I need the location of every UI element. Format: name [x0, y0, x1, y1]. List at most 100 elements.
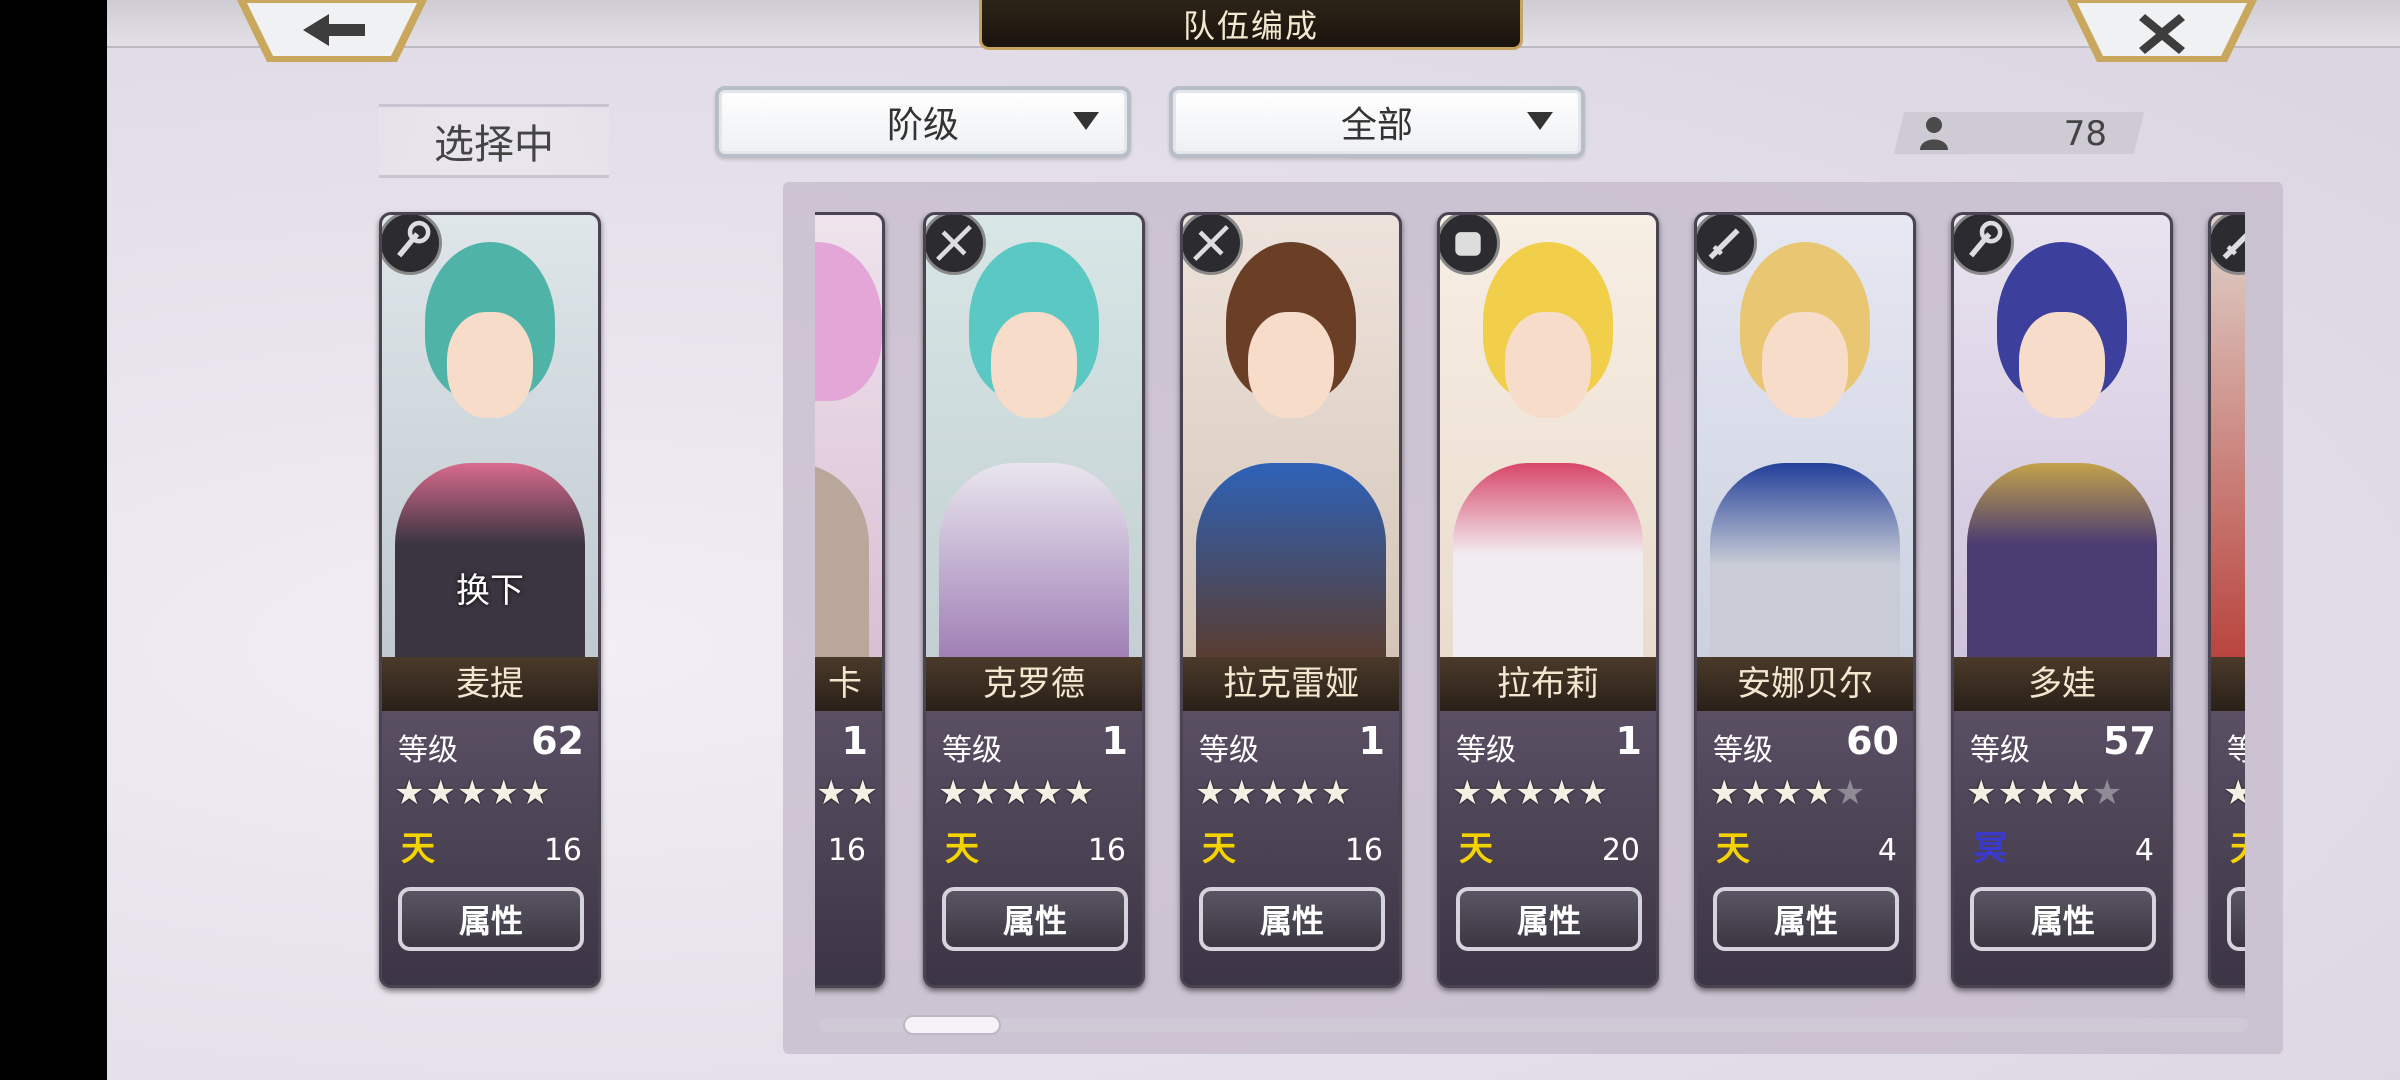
star-icon: ★ — [394, 773, 426, 813]
back-button[interactable] — [237, 0, 427, 62]
character-stats: 等 ★ 天 — [2211, 711, 2245, 985]
page-title: 队伍编成 — [979, 0, 1523, 50]
level-label: 等级 — [398, 733, 458, 768]
star-rating: ★★ — [816, 773, 879, 813]
level-value: 57 — [2103, 719, 2156, 763]
rank-value: 4 — [2134, 833, 2154, 868]
character-card[interactable]: 多娃 等级 57 ★★★★★ 冥 4 属性 — [1951, 212, 2173, 988]
attributes-button[interactable]: 属性 — [942, 887, 1128, 951]
character-card[interactable]: 卡 1 ★★ 16 属性 — [815, 212, 885, 988]
chevron-down-icon — [1527, 112, 1553, 130]
star-empty-icon: ★ — [2091, 773, 2124, 813]
scope-filter-dropdown[interactable]: 全部 — [1169, 86, 1585, 158]
heaven-rank-icon: 天 — [2227, 829, 2245, 869]
heaven-rank-icon: 天 — [1716, 829, 1750, 869]
sword-icon — [1697, 215, 1757, 275]
character-portrait — [1440, 215, 1656, 666]
underworld-rank-icon: 冥 — [1973, 829, 2007, 869]
list-scrollbar[interactable] — [819, 1018, 2249, 1032]
class-filter-dropdown[interactable]: 阶级 — [715, 86, 1131, 158]
star-icon: ★★★★ — [1709, 773, 1835, 813]
swap-out-label[interactable]: 换下 — [382, 563, 598, 612]
star-rating: ★ — [2223, 773, 2245, 813]
attributes-button[interactable]: 属性 — [1713, 887, 1899, 951]
heaven-rank-icon: 天 — [401, 829, 435, 869]
character-card[interactable]: 拉克雷娅 等级 1 ★★★★★ 天 16 属性 — [1180, 212, 1402, 988]
star-icon: ★ — [456, 773, 489, 813]
character-portrait — [2211, 215, 2245, 657]
scrollbar-thumb[interactable] — [903, 1015, 1001, 1035]
selected-character-card[interactable]: 换下 麦提 等级 62 ★★★★★ 天 16 属性 — [379, 212, 601, 988]
class-filter-label: 阶级 — [886, 105, 959, 146]
level-value: 1 — [841, 719, 868, 763]
crossbow-icon — [1183, 215, 1243, 275]
star-icon: ★★★★★ — [1452, 773, 1610, 813]
character-name: 拉克雷娅 — [1183, 657, 1399, 711]
character-name: 多娃 — [1954, 657, 2170, 711]
character-portrait — [1954, 215, 2170, 666]
character-name: 卡 — [815, 657, 882, 711]
star-icon: ★★★★ — [1966, 773, 2092, 813]
character-stats: 等级 57 ★★★★★ 冥 4 属性 — [1954, 711, 2170, 985]
staff-icon — [382, 215, 442, 275]
rank-value: 16 — [543, 833, 582, 868]
level-label: 等级 — [1199, 733, 1259, 768]
level-value: 1 — [1615, 719, 1642, 763]
heaven-rank-icon: 天 — [1459, 829, 1493, 869]
star-rating: ★★★★★ — [1452, 773, 1609, 813]
character-name — [2211, 657, 2245, 711]
attributes-button[interactable]: 属性 — [398, 887, 584, 951]
heaven-rank-icon: 天 — [1202, 829, 1236, 869]
level-value: 1 — [1358, 719, 1385, 763]
fist-icon — [1440, 215, 1500, 275]
attributes-button[interactable]: 属性 — [1970, 887, 2156, 951]
level-label: 等 — [2227, 725, 2245, 769]
character-card[interactable]: 安娜贝尔 等级 60 ★★★★★ 天 4 属性 — [1694, 212, 1916, 988]
attributes-button[interactable] — [2227, 887, 2245, 951]
star-rating: ★★★★★ — [1709, 773, 1866, 813]
character-name: 克罗德 — [926, 657, 1142, 711]
level-value: 1 — [1101, 719, 1128, 763]
character-portrait — [1183, 215, 1399, 666]
level-value: 60 — [1846, 719, 1899, 763]
star-empty-icon: ★ — [1834, 773, 1867, 813]
star-icon: ★ — [2223, 773, 2245, 813]
star-icon: ★ — [425, 773, 457, 813]
level-label: 等级 — [1970, 733, 2030, 768]
person-icon — [1920, 117, 1948, 150]
character-portrait — [1697, 215, 1913, 666]
star-rating: ★★★★★ — [938, 773, 1095, 813]
heaven-rank-icon: 天 — [945, 829, 979, 869]
character-stats: 等级 1 ★★★★★ 天 16 属性 — [1183, 711, 1399, 985]
star-rating: ★★★★★ — [1195, 773, 1352, 813]
character-stats: 等级 60 ★★★★★ 天 4 属性 — [1697, 711, 1913, 985]
close-button[interactable] — [2067, 0, 2257, 62]
character-card[interactable]: 等 ★ 天 — [2208, 212, 2245, 988]
star-icon: ★★★★★ — [1195, 773, 1353, 813]
attributes-button[interactable]: 属性 — [1456, 887, 1642, 951]
star-icon: ★★★★★ — [938, 773, 1096, 813]
rank-value: 4 — [1877, 833, 1897, 868]
rank-value: 16 — [827, 833, 866, 868]
character-card[interactable]: 拉布莉 等级 1 ★★★★★ 天 20 属性 — [1437, 212, 1659, 988]
star-icon: ★ — [488, 773, 520, 813]
character-portrait — [815, 215, 882, 666]
character-stats: 等级 62 ★★★★★ 天 16 属性 — [382, 711, 598, 985]
character-list[interactable]: 卡 1 ★★ 16 属性 克罗德 等级 1 ★★★★★ 天 — [815, 212, 2245, 1004]
character-name: 安娜贝尔 — [1697, 657, 1913, 711]
rank-value: 20 — [1601, 833, 1640, 868]
star-rating: ★★★★★ — [1966, 773, 2123, 813]
character-name: 拉布莉 — [1440, 657, 1656, 711]
level-label: 等级 — [942, 733, 1002, 768]
scope-filter-label: 全部 — [1340, 105, 1413, 146]
star-icon: ★ — [519, 773, 552, 813]
character-card[interactable]: 克罗德 等级 1 ★★★★★ 天 16 属性 — [923, 212, 1145, 988]
crossbow-icon — [926, 215, 986, 275]
level-value: 62 — [531, 719, 584, 763]
character-stats: 等级 1 ★★★★★ 天 16 属性 — [926, 711, 1142, 985]
character-portrait — [926, 215, 1142, 666]
character-name: 麦提 — [382, 657, 598, 711]
level-label: 等级 — [1456, 733, 1516, 768]
character-stats: 1 ★★ 16 属性 — [815, 711, 882, 985]
attributes-button[interactable]: 属性 — [1199, 887, 1385, 951]
